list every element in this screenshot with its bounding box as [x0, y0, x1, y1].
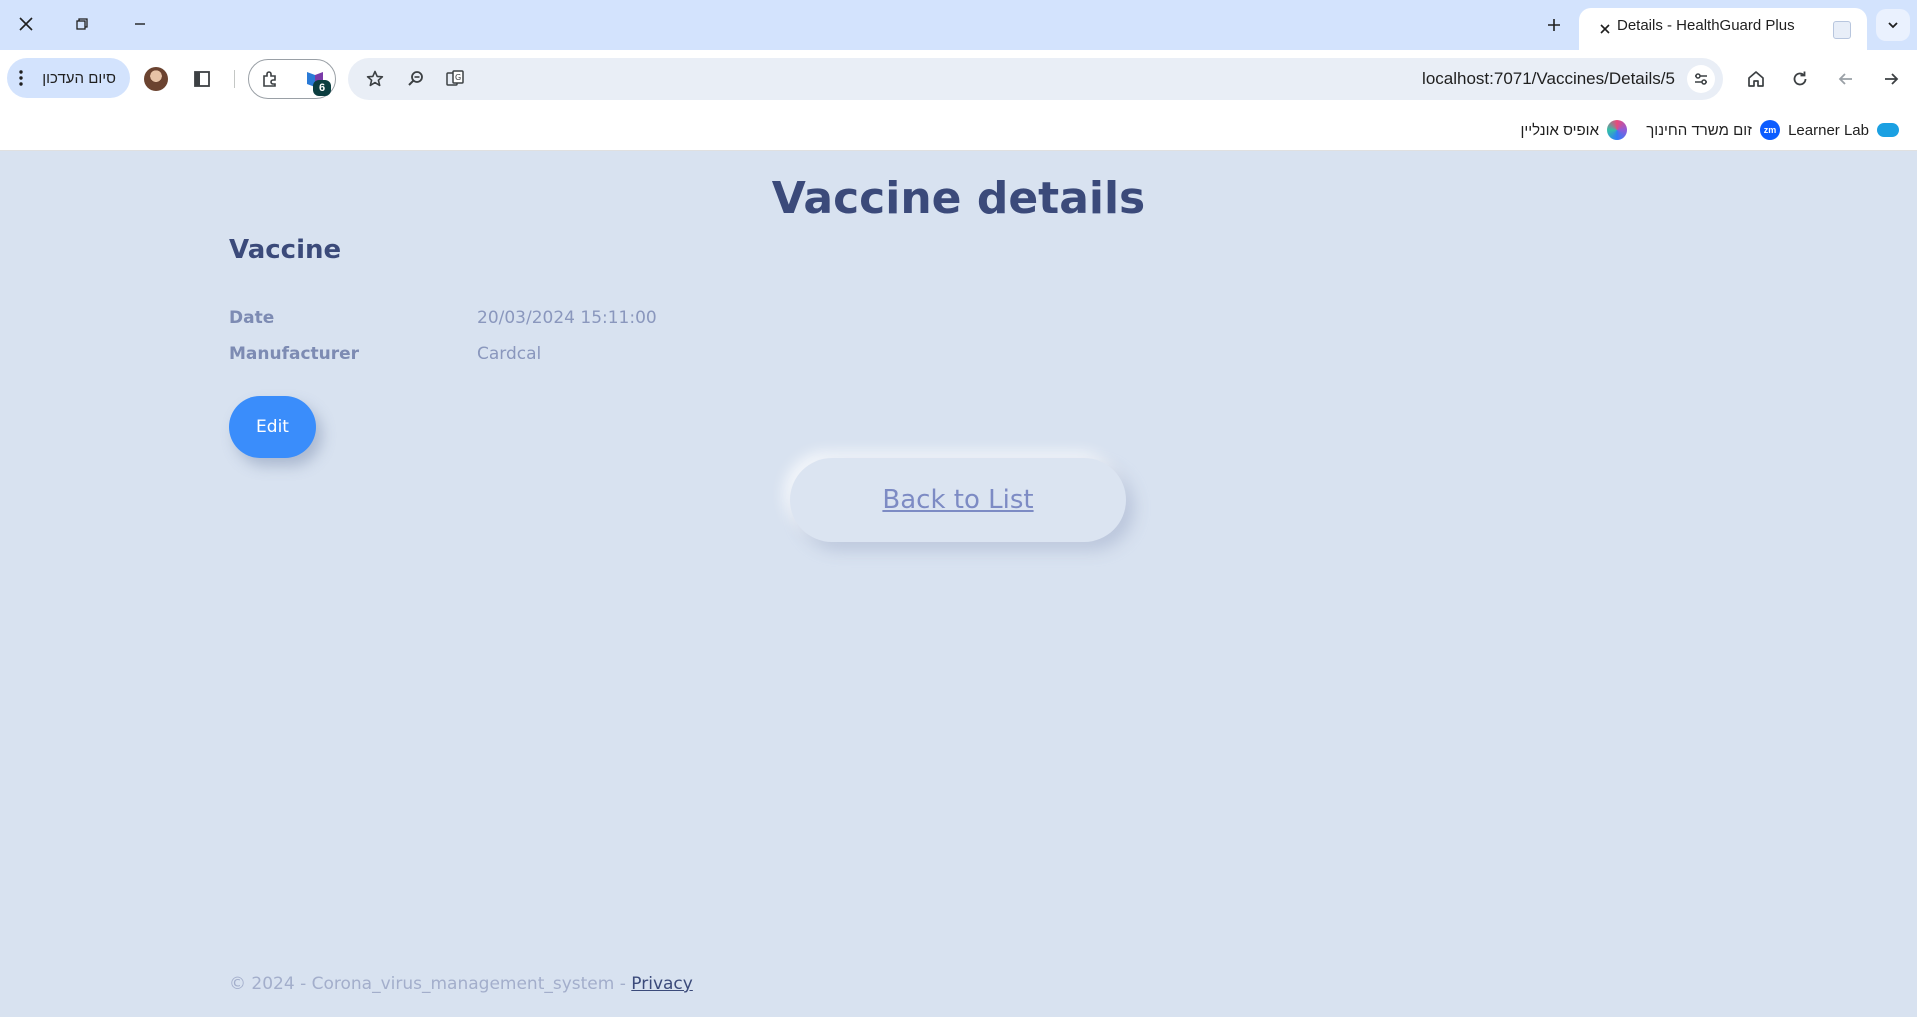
- footer-text: © 2024 - Corona_virus_management_system …: [229, 974, 632, 994]
- home-button[interactable]: [1744, 67, 1768, 91]
- side-panel-button[interactable]: [190, 67, 214, 91]
- svg-text:G: G: [455, 73, 461, 82]
- reload-button[interactable]: [1788, 67, 1812, 91]
- translate-button[interactable]: G: [443, 67, 467, 91]
- url-text: localhost:7071/Vaccines/Details/5: [1422, 69, 1675, 88]
- arrow-right-icon: [1885, 73, 1899, 85]
- forward-nav-button[interactable]: [1879, 67, 1903, 91]
- zoom-button[interactable]: [404, 67, 428, 91]
- reload-icon: [1793, 71, 1807, 86]
- back-nav-button[interactable]: [1834, 67, 1858, 91]
- new-tab-button[interactable]: [1537, 12, 1571, 38]
- address-bar[interactable]: G localhost:7071/Vaccines/Details/5: [348, 58, 1723, 100]
- tune-icon: [1695, 73, 1707, 85]
- star-icon: [366, 70, 384, 87]
- toolbar-divider: [234, 70, 235, 88]
- page-title: Vaccine details: [771, 173, 1146, 224]
- more-vert-icon: [19, 70, 23, 86]
- manufacturer-label: Manufacturer: [229, 344, 360, 364]
- privacy-link[interactable]: Privacy: [631, 974, 693, 994]
- section-title: Vaccine: [229, 235, 342, 265]
- home-icon: [1748, 71, 1764, 87]
- cloud-icon: [1877, 123, 1899, 137]
- zoom-icon: zm: [1760, 120, 1780, 140]
- date-value: 20/03/2024 15:11:00: [477, 308, 657, 328]
- back-to-list-link[interactable]: Back to List: [882, 485, 1033, 515]
- manufacturer-value: Cardcal: [477, 344, 542, 364]
- page-content: Vaccine details Vaccine Date 20/03/2024 …: [0, 151, 1917, 1017]
- browser-toolbar: סיום העדכון 6 G localhost:7071/Vaccines/…: [0, 50, 1917, 108]
- plus-icon: [1548, 19, 1560, 31]
- translate-icon: G: [446, 70, 464, 86]
- close-window-button[interactable]: [8, 8, 44, 40]
- finish-update-button[interactable]: סיום העדכון: [7, 58, 130, 98]
- finish-update-label: סיום העדכון: [42, 69, 116, 87]
- side-panel-icon: [194, 71, 210, 87]
- back-to-list-button[interactable]: Back to List: [790, 458, 1126, 542]
- chevron-down-icon: [1888, 22, 1898, 29]
- puzzle-icon: [263, 71, 276, 87]
- active-tab[interactable]: Details - HealthGuard Plus: [1579, 8, 1867, 50]
- arrow-left-icon: [1838, 73, 1852, 85]
- footer: © 2024 - Corona_virus_management_system …: [229, 974, 693, 994]
- restore-window-button[interactable]: [64, 8, 100, 40]
- zoom-out-icon: [408, 71, 423, 86]
- tab-title: Details - HealthGuard Plus: [1617, 17, 1795, 34]
- bookmark-zoom[interactable]: זום משרד החינוך zm: [1646, 119, 1780, 141]
- minimize-window-button[interactable]: [122, 8, 158, 40]
- favicon-icon: [1833, 21, 1851, 39]
- bookmark-office-online[interactable]: אופיס אונליין: [1520, 119, 1627, 141]
- bookmark-star-button[interactable]: [363, 67, 387, 91]
- extensions-button[interactable]: [258, 67, 282, 91]
- bookmark-label: זום משרד החינוך: [1646, 121, 1752, 139]
- close-icon: [19, 17, 33, 31]
- office-icon: [1607, 120, 1627, 140]
- bookmark-label: אופיס אונליין: [1520, 121, 1599, 139]
- minimize-icon: [135, 23, 145, 25]
- tab-strip: Details - HealthGuard Plus: [0, 0, 1917, 50]
- bookmark-learner-lab[interactable]: Learner Lab: [1788, 119, 1899, 141]
- tab-search-button[interactable]: [1876, 9, 1910, 41]
- date-label: Date: [229, 308, 275, 328]
- bookmark-label: Learner Lab: [1788, 121, 1869, 139]
- tab-close-icon[interactable]: [1597, 21, 1613, 37]
- profile-avatar[interactable]: [144, 67, 168, 91]
- bookmarks-bar: Learner Lab זום משרד החינוך zm אופיס אונ…: [0, 108, 1917, 151]
- extension-count-badge: 6: [313, 80, 331, 96]
- restore-icon: [76, 18, 88, 30]
- edit-button[interactable]: Edit: [229, 396, 316, 458]
- site-settings-button[interactable]: [1687, 65, 1715, 93]
